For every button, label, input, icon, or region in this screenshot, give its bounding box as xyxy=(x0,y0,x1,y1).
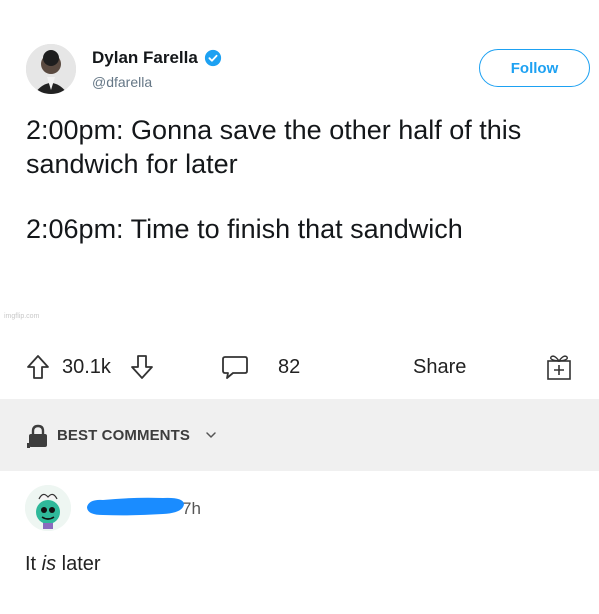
lock-icon xyxy=(27,424,47,448)
verified-badge-icon xyxy=(204,49,221,67)
author-name[interactable]: Dylan Farella xyxy=(92,48,198,68)
action-bar: 30.1k 82 Share xyxy=(0,335,599,399)
comment-text-emphasis: is xyxy=(41,553,57,575)
comment-text-after: later xyxy=(56,553,101,575)
comment-text-before: It xyxy=(25,553,42,575)
author-name-row: Dylan Farella xyxy=(92,48,222,68)
commenter-avatar[interactable] xyxy=(25,485,71,531)
arrow-down-icon[interactable] xyxy=(130,335,158,399)
share-button[interactable]: Share xyxy=(413,335,466,399)
tweet-text-line-2: 2:06pm: Time to finish that sandwich xyxy=(26,214,463,244)
best-comments-bar[interactable]: BEST COMMENTS xyxy=(0,399,599,471)
best-comments-label: BEST COMMENTS xyxy=(57,427,190,444)
chevron-down-icon[interactable] xyxy=(205,429,217,441)
follow-button[interactable]: Follow xyxy=(479,49,590,87)
arrow-up-icon[interactable] xyxy=(26,335,54,399)
tweet-text-line-1: 2:00pm: Gonna save the other half of thi… xyxy=(26,115,522,179)
comment-count: 82 xyxy=(278,355,301,378)
author-handle: @dfarella xyxy=(92,74,153,90)
comment-bubble-icon[interactable] xyxy=(221,335,251,399)
redaction-scribble xyxy=(87,497,184,516)
comment-item: 7h It is later xyxy=(0,471,599,614)
comment-text: It is later xyxy=(25,553,101,576)
tweet-card: Dylan Farella @dfarella Follow 2:00pm: G… xyxy=(0,0,599,335)
vote-score: 30.1k xyxy=(62,355,111,378)
author-avatar[interactable] xyxy=(26,44,76,94)
watermark: imgflip.com xyxy=(4,313,40,320)
gift-icon[interactable] xyxy=(544,335,574,399)
